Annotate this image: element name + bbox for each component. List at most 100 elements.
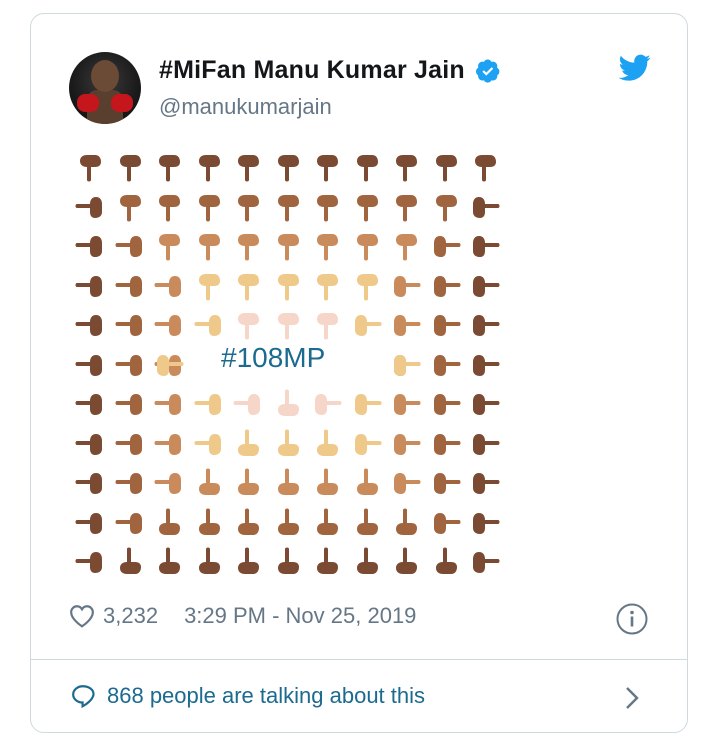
pointing-hand-up-icon [269,425,307,463]
twitter-bird-icon[interactable] [619,54,651,82]
pointing-hand-right-icon [466,346,504,384]
pointing-hand-up-icon [190,504,228,542]
pointing-hand-left-icon [111,227,149,265]
pointing-hand-left-icon [111,346,149,384]
pointing-hand-right-icon [427,267,465,305]
tweet-meta: 3,232 3:29 PM - Nov 25, 2019 [69,603,416,629]
pointing-hand-up-icon [427,543,465,581]
pointing-hand-right-icon [427,346,465,384]
pointing-hand-right-icon [466,306,504,344]
pointing-hand-down-icon [269,267,307,305]
pointing-hand-down-icon [111,188,149,226]
pointing-hand-left-icon [111,306,149,344]
pointing-hand-down-icon [348,148,386,186]
pointing-hand-right-icon [427,464,465,502]
author-name[interactable]: #MiFan Manu Kumar Jain [159,56,465,85]
pointing-hand-down-icon [190,227,228,265]
pointing-hand-up-icon [308,504,346,542]
pointing-hand-right-icon [466,425,504,463]
pointing-hand-down-icon [427,148,465,186]
pointing-hand-left-icon [71,267,109,305]
pointing-hand-up-icon [150,543,188,581]
pointing-hand-left-icon [71,543,109,581]
pointing-hand-left-icon [190,385,228,423]
pointing-hand-up-icon [190,464,228,502]
speech-bubble-icon [72,685,95,708]
hashtag-link[interactable]: #108MP [221,342,325,374]
pointing-hand-down-icon [348,227,386,265]
tweet-card[interactable]: #MiFan Manu Kumar Jain @manukumarjain #1… [30,13,688,733]
pointing-hand-down-icon [427,188,465,226]
pointing-hand-left-icon [111,267,149,305]
pointing-hand-down-icon [308,306,346,344]
chevron-right-icon[interactable] [623,685,641,711]
pointing-hand-down-icon [308,267,346,305]
pointing-hand-left-icon [190,425,228,463]
pointing-hand-down-icon [269,306,307,344]
pointing-hand-up-icon [387,543,425,581]
pointing-hand-left-icon [111,385,149,423]
author-handle[interactable]: @manukumarjain [159,94,332,120]
pointing-hand-right-icon [348,306,386,344]
pointing-hand-up-icon [387,504,425,542]
pointing-hand-up-icon [229,543,267,581]
pointing-hand-up-icon [269,504,307,542]
pointing-hand-right-icon [427,227,465,265]
pointing-hand-up-icon [229,464,267,502]
pointing-hand-up-icon [190,543,228,581]
pointing-hand-left-icon [71,385,109,423]
talking-count[interactable]: 868 people are talking about this [107,683,425,709]
pointing-hand-up-icon [308,425,346,463]
pointing-hand-down-icon [190,267,228,305]
pointing-hand-left-icon [190,306,228,344]
pointing-hand-right-icon [427,504,465,542]
verified-badge-icon [475,59,500,83]
pointing-hand-right-icon [427,306,465,344]
pointing-hand-right-icon [427,385,465,423]
conversation-link[interactable]: 868 people are talking about this [71,683,425,709]
pointing-hand-down-icon [229,306,267,344]
pointing-hand-up-icon [269,385,307,423]
pointing-hand-left-icon [111,504,149,542]
pointing-hand-down-icon [308,227,346,265]
pointing-hand-up-icon [111,543,149,581]
pointing-hand-up-icon [348,504,386,542]
pointing-hand-down-icon [348,267,386,305]
pointing-hand-right-icon [466,227,504,265]
pointing-hand-left-icon [71,227,109,265]
pointing-hand-right-icon [348,425,386,463]
pointing-hand-right-icon [427,425,465,463]
pointing-hand-left-icon [111,464,149,502]
pointing-hand-down-icon [229,188,267,226]
pointing-hand-down-icon [348,188,386,226]
pointing-hand-left-icon [150,464,188,502]
pointing-hand-right-icon [387,306,425,344]
pointing-hand-down-icon [466,148,504,186]
pointing-hand-down-icon [308,148,346,186]
tweet-timestamp[interactable]: 3:29 PM - Nov 25, 2019 [184,603,416,629]
pointing-hand-down-icon [269,227,307,265]
pointing-hand-right-icon [308,385,346,423]
like-count[interactable]: 3,232 [103,603,158,629]
pointing-hand-left-icon [71,504,109,542]
pointing-hand-down-icon [308,188,346,226]
pointing-hand-left-icon [150,425,188,463]
author-avatar[interactable] [69,52,141,124]
pointing-hand-left-icon [229,385,267,423]
pointing-hand-right-icon [150,346,188,384]
pointing-hand-down-icon [229,148,267,186]
pointing-hand-right-icon [466,267,504,305]
pointing-hand-right-icon [387,346,425,384]
pointing-hand-up-icon [308,464,346,502]
info-icon[interactable] [615,602,649,636]
pointing-hand-up-icon [150,504,188,542]
author-name-row[interactable]: #MiFan Manu Kumar Jain [159,56,501,85]
pointing-hand-left-icon [150,267,188,305]
pointing-hand-left-icon [71,464,109,502]
heart-icon[interactable] [69,604,95,628]
pointing-hand-down-icon [269,148,307,186]
pointing-hand-down-icon [150,148,188,186]
pointing-hand-up-icon [308,543,346,581]
pointing-hand-down-icon [71,148,109,186]
pointing-hand-right-icon [387,464,425,502]
